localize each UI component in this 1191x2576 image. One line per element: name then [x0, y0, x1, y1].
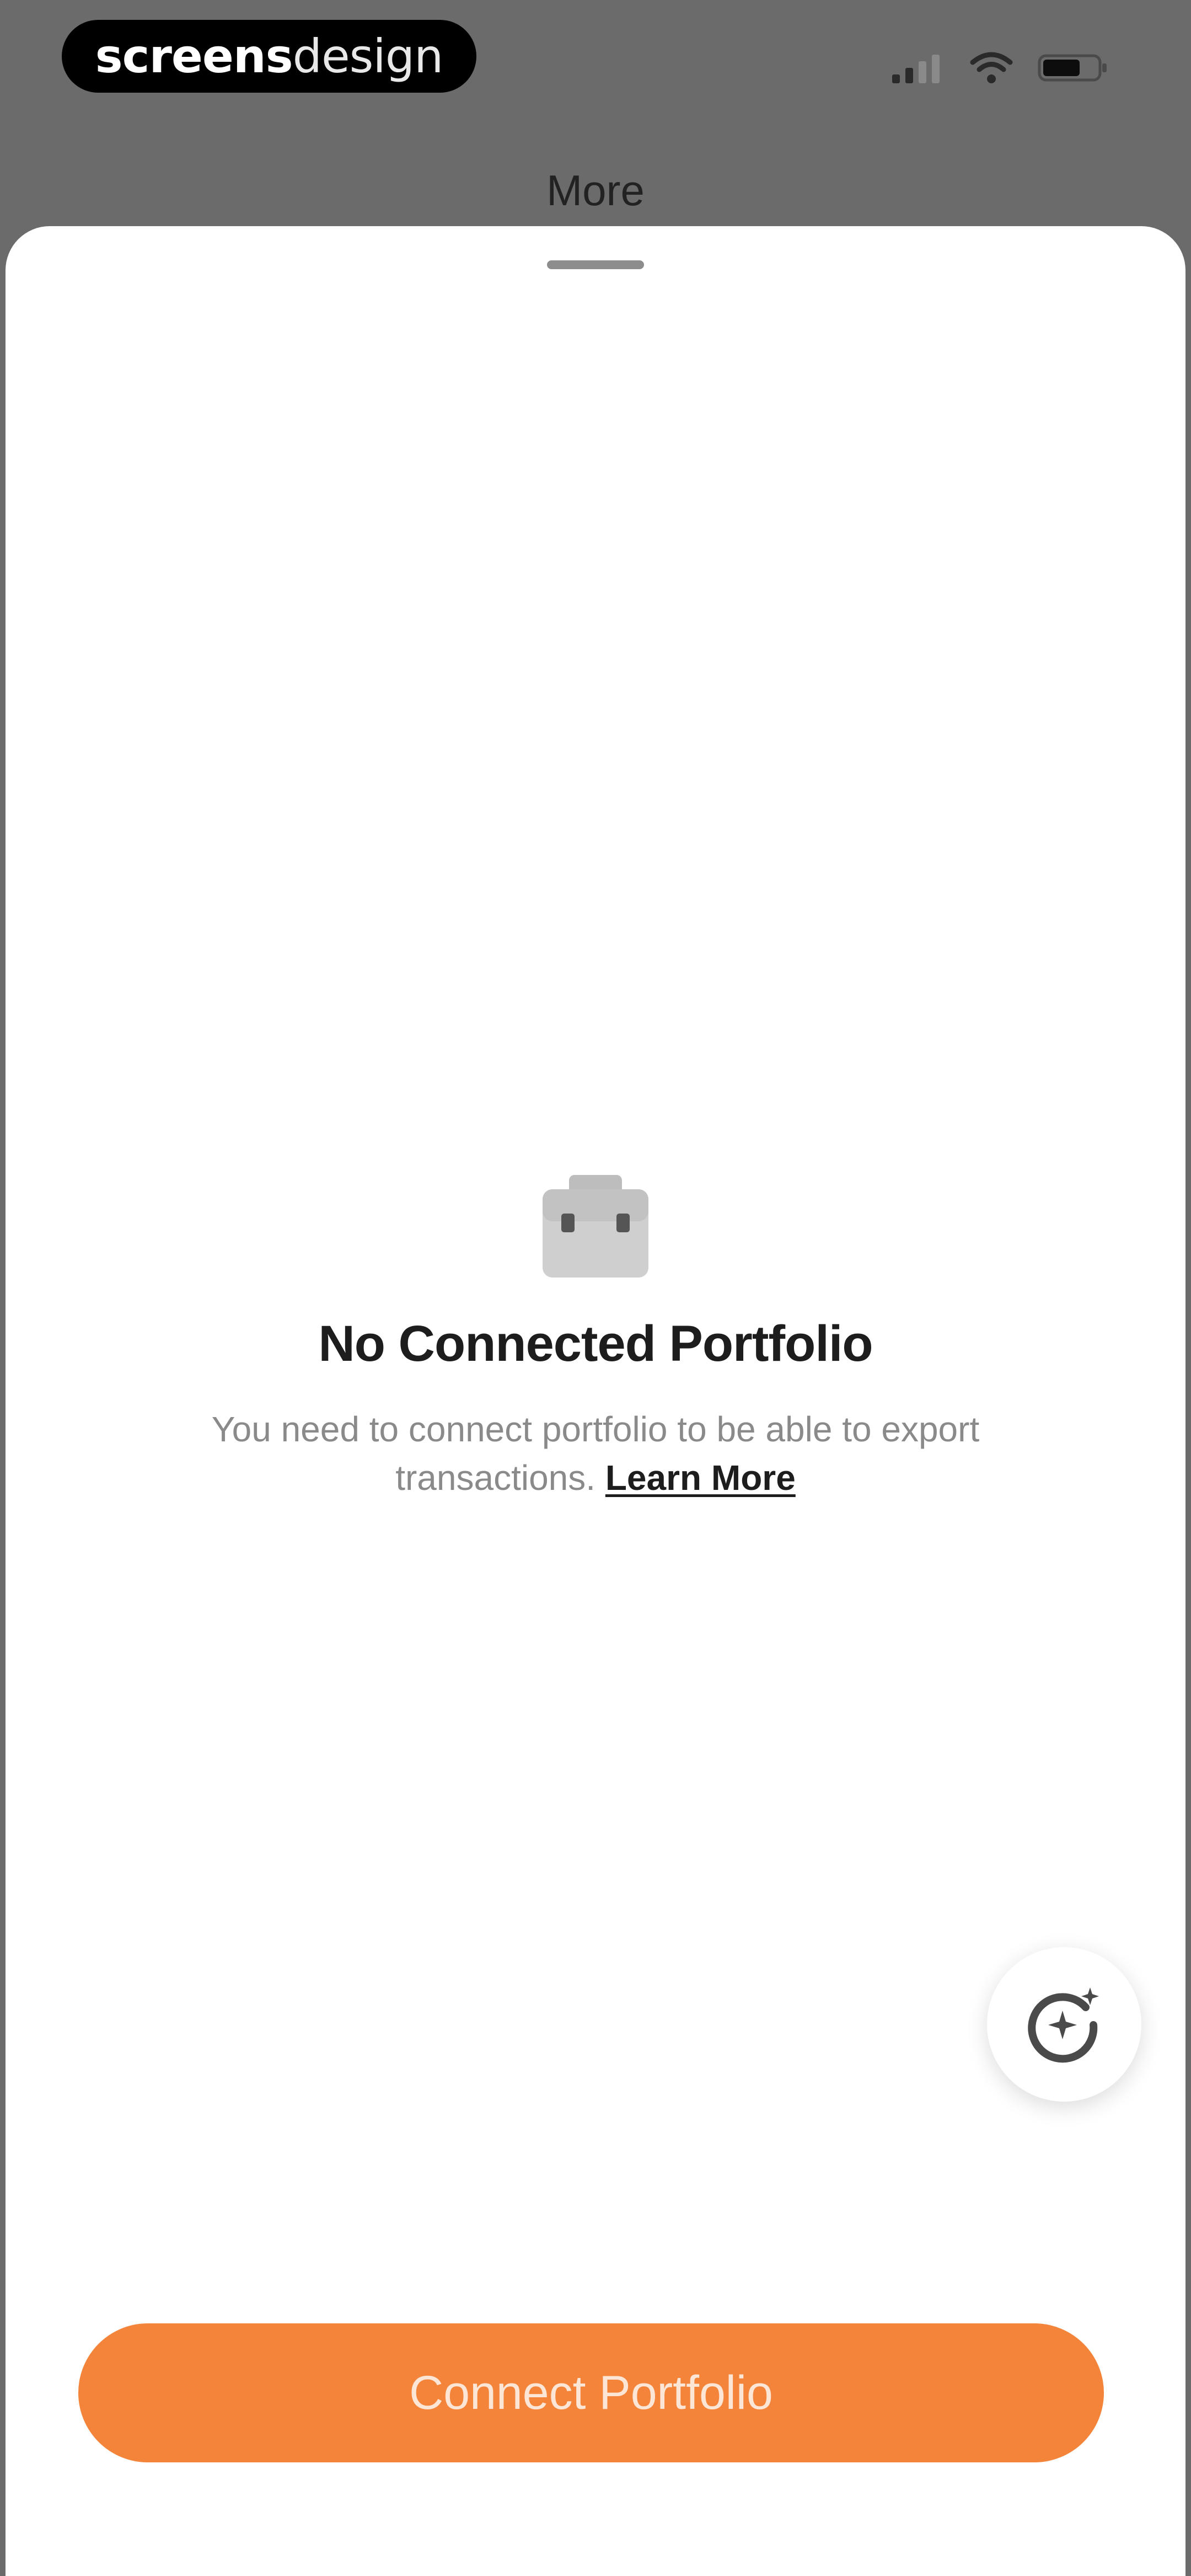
brand-logo: screens design: [62, 20, 476, 93]
empty-state-body-text: You need to connect portfolio to be able…: [211, 1409, 980, 1498]
briefcase-icon: [543, 1175, 648, 1278]
ai-sparkle-icon: [1028, 1987, 1099, 2063]
connect-portfolio-button[interactable]: Connect Portfolio: [78, 2323, 1104, 2462]
wifi-icon: [970, 52, 1013, 83]
bottom-sheet: No Connected Portfolio You need to conne…: [6, 226, 1185, 2576]
ai-assistant-button[interactable]: [987, 1947, 1141, 2102]
page-title: More: [546, 166, 645, 215]
sheet-grabber-handle[interactable]: [547, 260, 644, 269]
empty-state: No Connected Portfolio You need to conne…: [6, 1158, 1185, 1502]
learn-more-link[interactable]: Learn More: [605, 1458, 796, 1498]
cellular-signal-icon: [892, 55, 940, 83]
empty-state-title: No Connected Portfolio: [318, 1316, 873, 1372]
battery-icon: [1038, 54, 1107, 82]
brand-light-text: design: [292, 29, 444, 83]
status-icons: [890, 49, 1109, 87]
brand-bold-text: screens: [95, 29, 293, 83]
empty-state-description: You need to connect portfolio to be able…: [143, 1405, 1048, 1502]
